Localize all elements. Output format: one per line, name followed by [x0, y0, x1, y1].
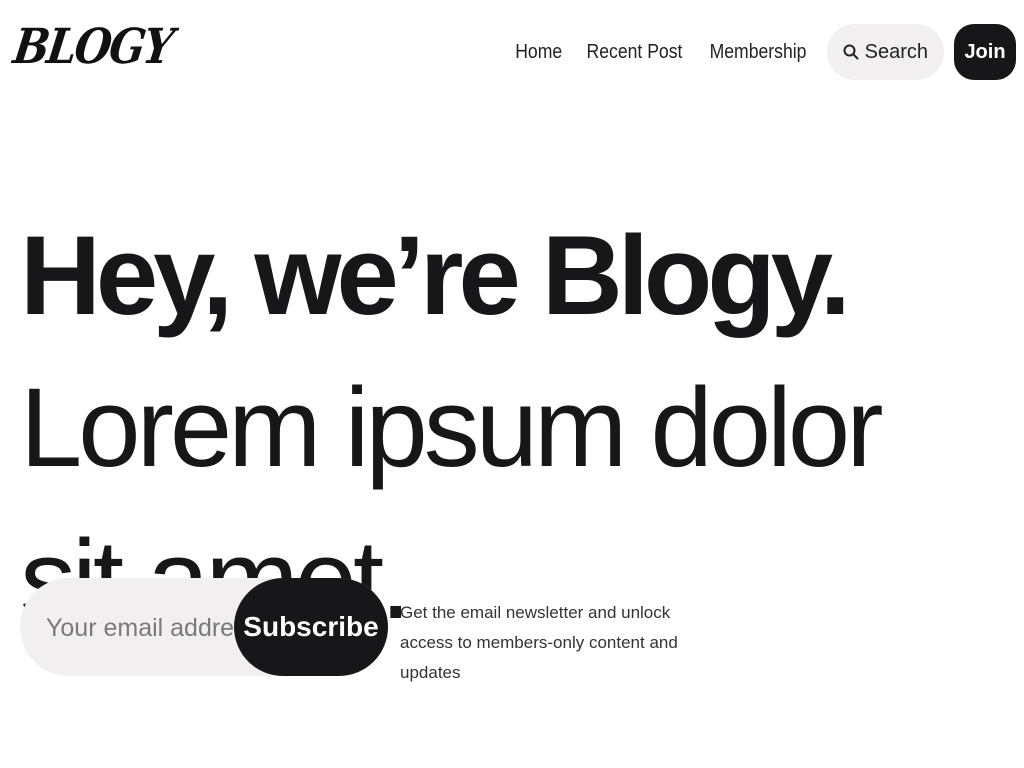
join-button[interactable]: Join	[954, 24, 1016, 80]
subscribe-button[interactable]: Subscribe	[234, 578, 388, 676]
subscribe-form: Subscribe	[20, 578, 388, 678]
site-logo[interactable]: BLOGY	[10, 18, 175, 74]
page: BLOGY Home Recent Post Membership Search…	[0, 0, 1024, 768]
search-label: Search	[864, 40, 928, 63]
main-nav: Home Recent Post Membership Search Join	[512, 24, 1016, 80]
nav-link-recent-post[interactable]: Recent Post	[586, 41, 682, 64]
hero-heading-bold: Hey, we’re Blogy.	[20, 213, 851, 338]
nav-link-home[interactable]: Home	[515, 41, 562, 64]
newsletter-note: Get the email newsletter and unlock acce…	[400, 603, 678, 682]
site-header: BLOGY Home Recent Post Membership Search…	[0, 0, 1024, 104]
search-icon	[843, 44, 859, 60]
nav-link-membership[interactable]: Membership	[709, 41, 806, 64]
email-input[interactable]	[44, 578, 248, 678]
search-button[interactable]: Search	[826, 24, 944, 80]
